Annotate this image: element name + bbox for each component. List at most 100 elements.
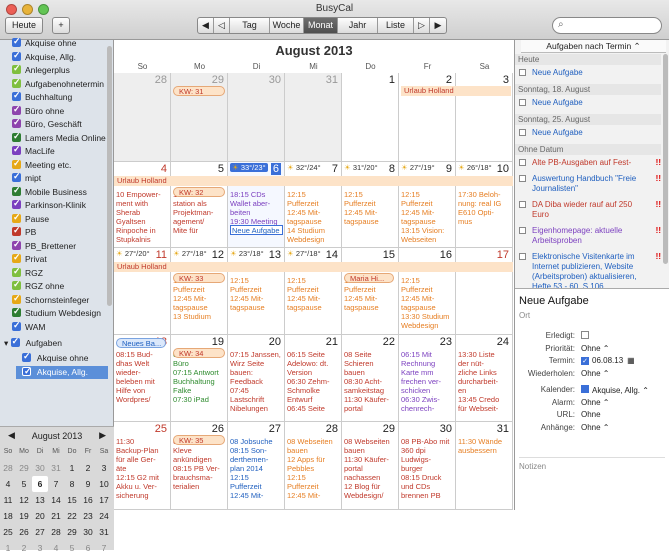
- calendar-color-checkbox[interactable]: [12, 130, 21, 143]
- day-cell[interactable]: 28: [114, 73, 171, 162]
- mini-day[interactable]: 11: [0, 492, 16, 508]
- mini-next-button[interactable]: ▶: [99, 430, 106, 441]
- mini-day[interactable]: 20: [32, 508, 48, 524]
- mini-day[interactable]: 5: [64, 540, 80, 556]
- day-cell[interactable]: 7 ☀ 32°/24° 12:15 Pufferzeit 12:45 Mit- ta…: [285, 162, 342, 248]
- day-cell[interactable]: 10 ☀ 26°/18° 17:30 Beloh- nung: real IG E6…: [456, 162, 513, 248]
- tasks-group-checkbox[interactable]: [10, 335, 20, 348]
- mini-day[interactable]: 18: [0, 508, 16, 524]
- calendar-color-checkbox[interactable]: [12, 116, 21, 129]
- day-cell[interactable]: 30: [228, 73, 285, 162]
- event-list[interactable]: 17:30 Beloh- nung: real IG E610 Opti- mu…: [458, 190, 512, 226]
- calendar-item[interactable]: Büro, Geschäft: [12, 116, 82, 131]
- mini-day[interactable]: 13: [32, 492, 48, 508]
- vacation-event-bar[interactable]: Urlaub Holland: [114, 262, 513, 272]
- day-cell[interactable]: 24 13:30 Liste der nüt- zliche Links durc…: [456, 335, 513, 422]
- calendar-color-checkbox[interactable]: [12, 319, 21, 332]
- event-list[interactable]: 08 Besuch in Kleve ankündigen 08:15 PB V…: [173, 437, 227, 491]
- view-year-tab[interactable]: Jahr: [338, 18, 378, 33]
- task-notes-field[interactable]: Notizen: [519, 457, 665, 507]
- calendar-color-checkbox[interactable]: [12, 184, 21, 197]
- task-sort-selector[interactable]: Aufgaben nach Termin ⌃: [521, 40, 666, 53]
- day-cell[interactable]: 8 ☀ 31°/20° 12:15 Pufferzeit 12:45 Mit- ta…: [342, 162, 399, 248]
- calendar-color-checkbox[interactable]: [12, 170, 21, 183]
- mini-day[interactable]: 3: [32, 540, 48, 556]
- mini-day[interactable]: 5: [16, 476, 32, 492]
- mini-day[interactable]: 7: [48, 476, 64, 492]
- task-checkbox[interactable]: [519, 99, 526, 106]
- task-checkbox[interactable]: [519, 129, 526, 136]
- vacation-event-bar[interactable]: Urlaub Holland: [401, 86, 511, 96]
- day-cell[interactable]: 31: [285, 73, 342, 162]
- detail-value[interactable]: Ohne: [581, 410, 601, 419]
- mini-day[interactable]: 28: [0, 460, 16, 476]
- calendar-item[interactable]: Parkinson-Klinik: [12, 197, 86, 212]
- mini-day[interactable]: 2: [16, 540, 32, 556]
- mini-day[interactable]: 17: [96, 492, 112, 508]
- calendar-color-checkbox[interactable]: [12, 35, 21, 48]
- detail-value[interactable]: Ohne ⌃: [581, 344, 610, 353]
- detail-value[interactable]: Akquise, Allg. ⌃: [581, 385, 649, 395]
- view-day-tab[interactable]: Tag: [230, 18, 270, 33]
- mini-day[interactable]: 16: [80, 492, 96, 508]
- task-location-field[interactable]: Ort: [519, 311, 530, 320]
- day-cell[interactable]: 28 08 Webseiten bauen 12 Apps für Pebbles…: [285, 422, 342, 510]
- mini-day[interactable]: 7: [96, 540, 112, 556]
- mini-day[interactable]: 8: [64, 476, 80, 492]
- task-item[interactable]: Eigenhomepage: aktuelle Arbeitsproben!!: [519, 226, 661, 246]
- calendar-color-checkbox[interactable]: [12, 76, 21, 89]
- day-cell[interactable]: 23 06:15 Mit Rechnung Karte mm frechen ve…: [399, 335, 456, 422]
- event-list[interactable]: 12:15 Pufferzeit 12:45 Mit- tagspause: [230, 276, 284, 312]
- task-calendar-item[interactable]: Akquise ohne: [22, 350, 110, 365]
- mini-day[interactable]: 9: [80, 476, 96, 492]
- calendar-item[interactable]: WAM: [12, 319, 45, 334]
- event-list[interactable]: 08 Webseiten bauen 11:30 Käufer- portal …: [344, 437, 398, 500]
- nav-next-button[interactable]: ▷: [414, 18, 430, 33]
- mini-day[interactable]: 29: [64, 524, 80, 540]
- event-list[interactable]: 12:15 Pufferzeit 12:45 Mit- tagspause: [287, 276, 341, 312]
- mini-day[interactable]: 26: [16, 524, 32, 540]
- mini-day[interactable]: 31: [48, 460, 64, 476]
- calendar-color-checkbox[interactable]: [12, 49, 21, 62]
- calendar-color-checkbox[interactable]: [12, 265, 21, 278]
- event-list[interactable]: 06:15 Seite Adelowo: dt. Version 06:30 Z…: [287, 350, 341, 413]
- day-cell[interactable]: 27 08 Jobsuche 08:15 Son- derthemen- plan…: [228, 422, 285, 510]
- mini-day[interactable]: 19: [16, 508, 32, 524]
- event-list[interactable]: 12:15 Pufferzeit 12:45 Mit- tagspause 13…: [401, 276, 455, 330]
- calendar-color-checkbox[interactable]: [12, 103, 21, 116]
- disclosure-triangle-icon[interactable]: ▾: [4, 338, 8, 348]
- task-checkbox[interactable]: [519, 175, 526, 182]
- event-list[interactable]: 08 Jobsuche 08:15 Son- derthemen- plan 2…: [230, 437, 284, 500]
- calendar-color-checkbox[interactable]: [12, 62, 21, 75]
- mini-day[interactable]: 25: [0, 524, 16, 540]
- completed-checkbox[interactable]: [581, 331, 589, 339]
- vacation-event-bar[interactable]: Urlaub Holland: [114, 176, 513, 186]
- day-cell[interactable]: 31 11:30 Wände ausbessern: [456, 422, 513, 510]
- detail-value[interactable]: Ohne ⌃: [581, 369, 610, 378]
- day-cell[interactable]: 4 10 Empower- ment with Sherab Gyaltsen R…: [114, 162, 171, 248]
- event-list[interactable]: 08 Seite Schieren bauen 08:30 Acht- samk…: [344, 350, 398, 413]
- task-title[interactable]: Neue Aufgabe: [519, 295, 589, 307]
- calendar-item[interactable]: Buchhaltung: [12, 89, 72, 104]
- event-list[interactable]: 06:15 Mit Rechnung Karte mm frechen ver-…: [401, 350, 455, 413]
- view-week-tab[interactable]: Woche: [270, 18, 304, 33]
- calendar-color-checkbox[interactable]: [12, 292, 21, 305]
- sidebar-scrollbar[interactable]: [107, 46, 112, 306]
- day-cell[interactable]: 1808:15 Bud- dhas Welt wieder- beleben m…: [114, 335, 171, 422]
- mini-day[interactable]: 23: [80, 508, 96, 524]
- calendar-color-checkbox[interactable]: [12, 224, 21, 237]
- task-item[interactable]: DA Diba wieder rauf auf 250 Euro!!: [519, 200, 661, 220]
- nav-prev-fast-button[interactable]: ◀: [198, 18, 214, 33]
- calendar-color-checkbox[interactable]: [12, 89, 21, 102]
- event-list[interactable]: 07 Obst fürs Büro 07:15 Antwort Buchhalt…: [173, 350, 227, 404]
- event-list[interactable]: 11:30 Wände ausbessern: [458, 437, 512, 455]
- mini-day[interactable]: 14: [48, 492, 64, 508]
- mini-day[interactable]: 12: [16, 492, 32, 508]
- day-cell[interactable]: 9 ☀ 27°/19° 12:15 Pufferzeit 12:45 Mit- ta…: [399, 162, 456, 248]
- event-list[interactable]: 12:15 Pufferzeit 12:45 Mit- tagspause: [344, 190, 398, 226]
- day-cell[interactable]: 20 07:15 Janssen, Wirz Seite bauen: Feedb…: [228, 335, 285, 422]
- day-cell[interactable]: 22 08 Seite Schieren bauen 08:30 Acht- sa…: [342, 335, 399, 422]
- mini-day[interactable]: 24: [96, 508, 112, 524]
- calendar-picker-icon[interactable]: ▦: [627, 356, 635, 365]
- task-calendar-item-selected[interactable]: Akquise, Allg.: [16, 365, 108, 379]
